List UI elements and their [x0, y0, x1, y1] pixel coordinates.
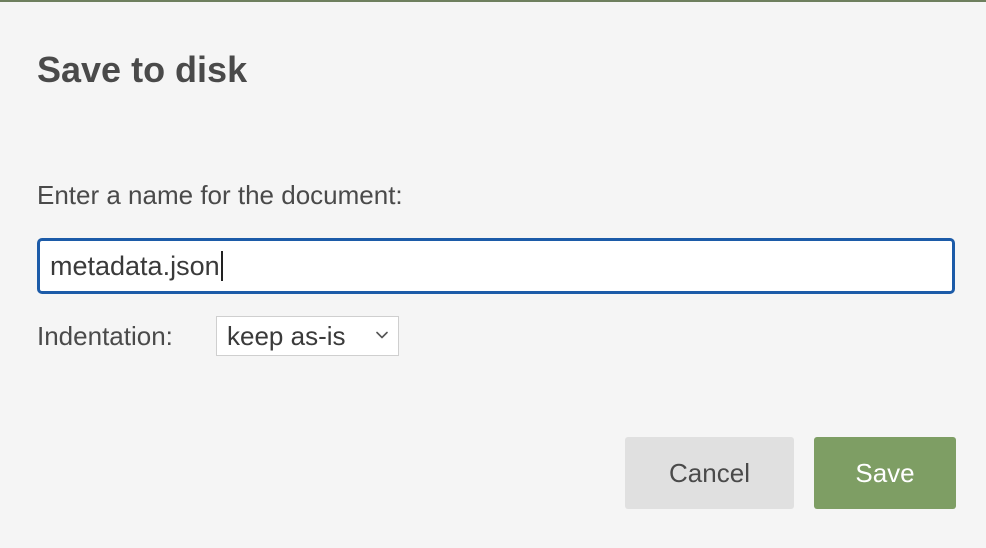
save-dialog: Save to disk Enter a name for the docume… — [0, 2, 986, 548]
chevron-down-icon — [376, 331, 388, 339]
filename-input-value: metadata.json — [50, 250, 220, 281]
filename-prompt-label: Enter a name for the document: — [37, 180, 403, 210]
indentation-select[interactable]: keep as-is — [216, 316, 399, 356]
text-caret — [220, 251, 223, 281]
filename-input[interactable]: metadata.json — [37, 238, 955, 294]
cancel-button[interactable]: Cancel — [625, 437, 794, 509]
indentation-selected-value: keep as-is — [227, 320, 346, 351]
dialog-title: Save to disk — [37, 49, 248, 90]
save-button[interactable]: Save — [814, 437, 956, 509]
indentation-label: Indentation: — [37, 321, 173, 351]
